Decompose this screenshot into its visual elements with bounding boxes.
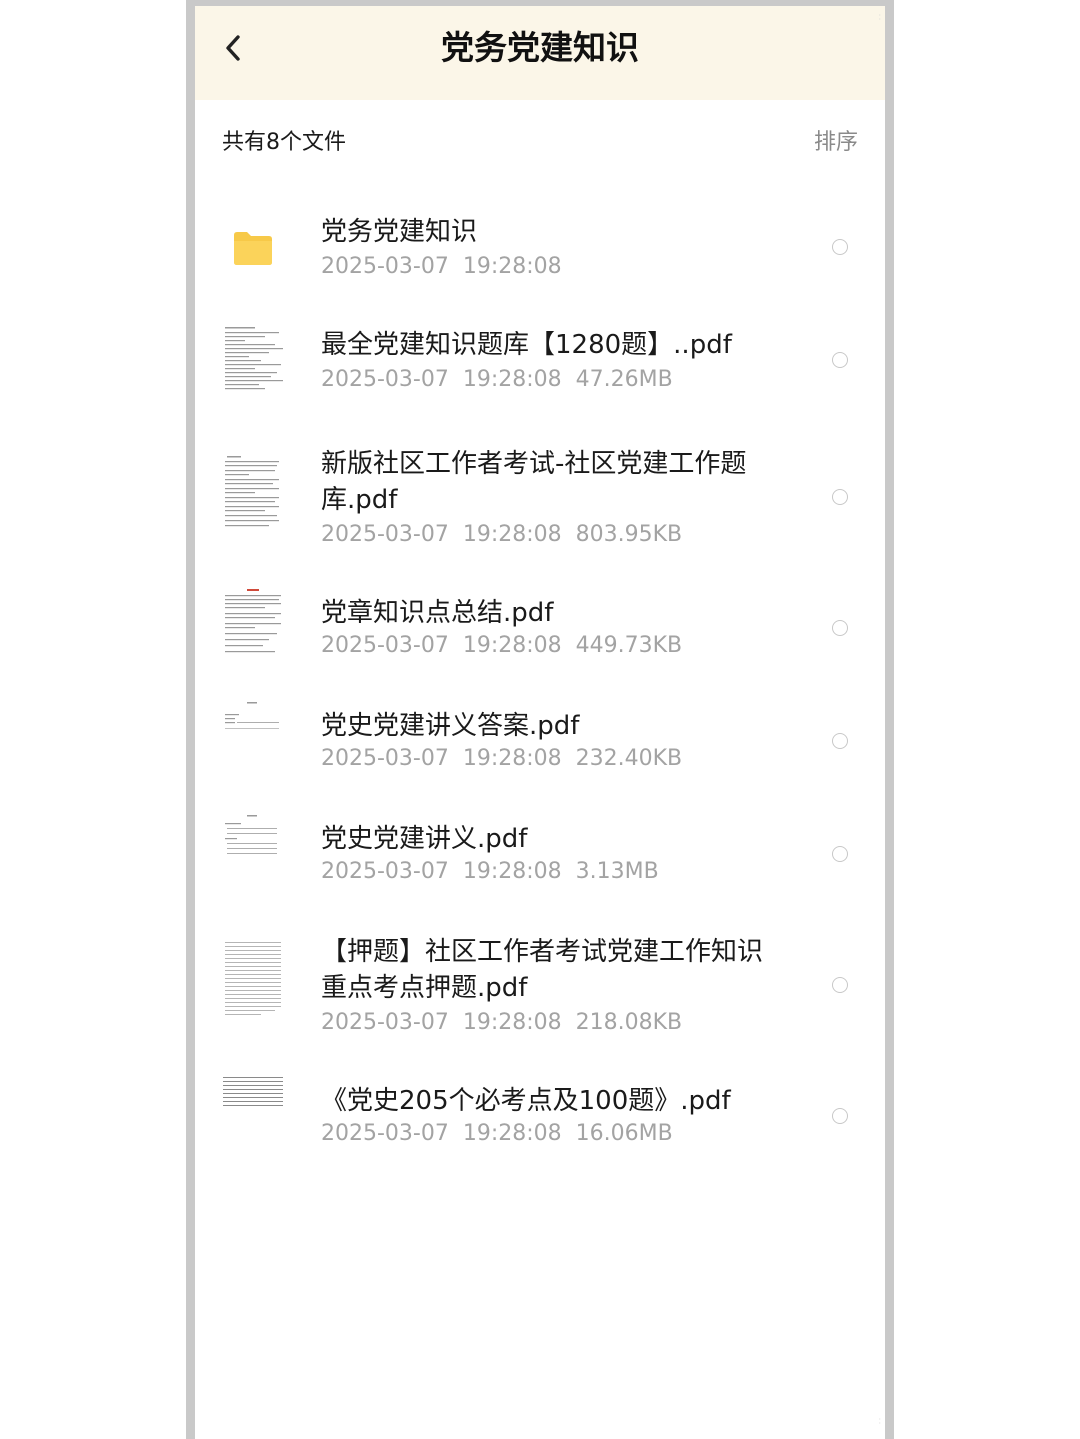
file-browser-screen: 党务党建知识 共有8个文件 排序 党务党建知识 2025-03-07 19:28… xyxy=(195,6,885,1439)
file-name: 最全党建知识题库【1280题】..pdf xyxy=(321,330,732,360)
file-meta: 2025-03-07 19:28:08 449.73KB xyxy=(321,633,683,658)
file-meta: 2025-03-07 19:28:08 232.40KB xyxy=(321,746,683,771)
pdf-thumbnail xyxy=(221,940,285,1020)
file-name: 党章知识点总结.pdf xyxy=(321,598,554,628)
file-row[interactable]: 《党史205个必考点及100题》.pdf 2025-03-07 19:28:08… xyxy=(195,1069,885,1153)
top-bar: 党务党建知识 xyxy=(195,6,885,100)
file-name: 【押题】社区工作者考试党建工作知识重点考点押题.pdf xyxy=(321,937,764,1003)
file-row[interactable]: 党章知识点总结.pdf 2025-03-07 19:28:08 449.73KB xyxy=(195,581,885,665)
file-count-label: 共有8个文件 xyxy=(222,130,346,155)
select-radio[interactable] xyxy=(832,977,848,993)
file-row[interactable]: 党史党建讲义.pdf 2025-03-07 19:28:08 3.13MB xyxy=(195,807,885,891)
file-row[interactable]: 最全党建知识题库【1280题】..pdf 2025-03-07 19:28:08… xyxy=(195,319,885,403)
page: 党务党建知识 共有8个文件 排序 党务党建知识 2025-03-07 19:28… xyxy=(0,0,1080,1439)
select-radio[interactable] xyxy=(832,1108,848,1124)
file-row[interactable]: 党史党建讲义答案.pdf 2025-03-07 19:28:08 232.40K… xyxy=(195,694,885,778)
file-row-folder[interactable]: 党务党建知识 2025-03-07 19:28:08 xyxy=(195,206,885,290)
page-title: 党务党建知识 xyxy=(441,28,639,67)
select-radio[interactable] xyxy=(832,352,848,368)
pdf-thumbnail xyxy=(221,700,285,772)
file-name: 党史党建讲义答案.pdf xyxy=(321,711,580,741)
file-name: 党史党建讲义.pdf xyxy=(321,824,528,854)
select-radio[interactable] xyxy=(832,846,848,862)
file-name: 《党史205个必考点及100题》.pdf xyxy=(321,1086,731,1116)
folder-icon xyxy=(234,232,272,265)
pdf-thumbnail xyxy=(221,587,285,659)
file-meta: 2025-03-07 19:28:08 xyxy=(321,254,562,279)
pdf-thumbnail xyxy=(221,813,285,885)
edge-marker: · · xyxy=(878,11,881,24)
select-radio[interactable] xyxy=(832,620,848,636)
file-name: 新版社区工作者考试-社区党建工作题库.pdf xyxy=(321,449,747,515)
file-meta: 2025-03-07 19:28:08 16.06MB xyxy=(321,1121,673,1146)
select-radio[interactable] xyxy=(832,489,848,505)
edge-marker: · · xyxy=(878,1415,881,1428)
file-meta: 2025-03-07 19:28:08 3.13MB xyxy=(321,859,659,884)
file-row[interactable]: 新版社区工作者考试-社区党建工作题库.pdf 2025-03-07 19:28:… xyxy=(195,432,885,552)
sort-button[interactable]: 排序 xyxy=(814,128,858,158)
pdf-thumbnail xyxy=(221,454,285,530)
pdf-thumbnail xyxy=(221,325,285,397)
file-meta: 2025-03-07 19:28:08 47.26MB xyxy=(321,367,673,392)
select-radio[interactable] xyxy=(832,733,848,749)
file-row[interactable]: 【押题】社区工作者考试党建工作知识重点考点押题.pdf 2025-03-07 1… xyxy=(195,920,885,1040)
select-radio[interactable] xyxy=(832,239,848,255)
pdf-thumbnail xyxy=(221,1075,285,1115)
file-meta: 2025-03-07 19:28:08 803.95KB xyxy=(321,522,683,547)
file-name: 党务党建知识 xyxy=(321,217,478,247)
file-meta: 2025-03-07 19:28:08 218.08KB xyxy=(321,1010,683,1035)
